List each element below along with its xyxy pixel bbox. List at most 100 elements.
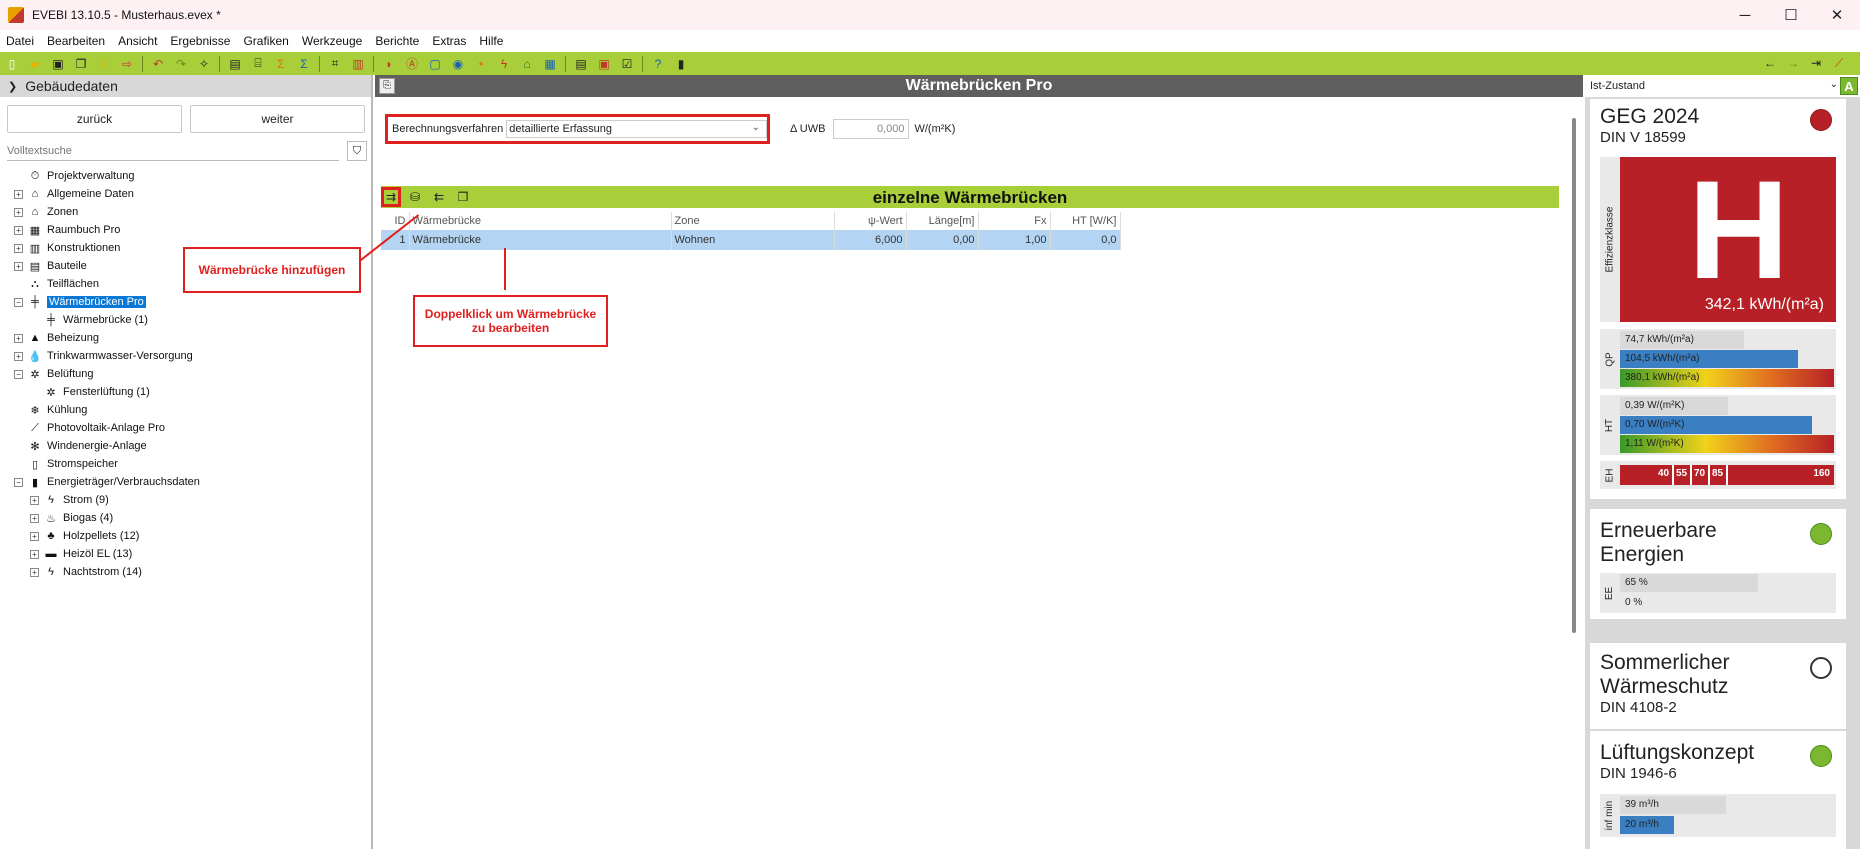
arrow-right-icon[interactable]: →: [1785, 55, 1801, 71]
expand-icon[interactable]: +: [14, 225, 23, 235]
expand-icon[interactable]: +: [30, 495, 39, 505]
tree-item[interactable]: + ⌂ Allgemeine Daten: [0, 185, 370, 203]
renewable-energy-card[interactable]: Erneuerbare Energien EE 65 % 0 %: [1590, 509, 1846, 619]
minimize-button[interactable]: ─: [1722, 0, 1768, 30]
chart-icon[interactable]: ◗: [381, 56, 397, 72]
menu-extras[interactable]: Extras: [432, 34, 466, 48]
check-icon[interactable]: ☑: [619, 56, 635, 72]
expand-icon[interactable]: +: [14, 333, 23, 343]
tree-item[interactable]: ⟋ Photovoltaik-Anlage Pro: [0, 419, 370, 437]
tree-item[interactable]: + ▲ Beheizung: [0, 329, 370, 347]
undo-icon[interactable]: ↶: [150, 56, 166, 72]
expand-icon[interactable]: +: [30, 567, 39, 577]
close-button[interactable]: ✕: [1814, 0, 1860, 30]
column-id[interactable]: ID: [381, 212, 410, 230]
database-icon[interactable]: ⛁: [405, 187, 425, 207]
tree-item[interactable]: + 💧 Trinkwarmwasser-Versorgung: [0, 347, 370, 365]
new-file-icon[interactable]: ▯: [4, 56, 20, 72]
report-a-icon[interactable]: Ⓐ: [404, 56, 420, 72]
ventilation-concept-card[interactable]: Lüftungskonzept DIN 1946-6 inf min 39 m³…: [1590, 731, 1846, 849]
tree-item[interactable]: − ✲ Belüftung: [0, 365, 370, 383]
redo-icon[interactable]: ↷: [173, 56, 189, 72]
dot-icon[interactable]: •: [473, 56, 489, 72]
state-selector[interactable]: Ist-Zustand ⌄ A: [1585, 75, 1860, 97]
tree-item[interactable]: + ϟ Nachtstrom (14): [0, 563, 370, 581]
center-scrollbar[interactable]: [1572, 118, 1576, 633]
menu-datei[interactable]: Datei: [6, 34, 34, 48]
tree-item[interactable]: + ♨ Biogas (4): [0, 509, 370, 527]
hierarchy-icon[interactable]: ⌗: [327, 56, 343, 72]
print-icon[interactable]: ▣: [596, 56, 612, 72]
menu-werkzeuge[interactable]: Werkzeuge: [302, 34, 362, 48]
tree-item[interactable]: ✲ Fensterlüftung (1): [0, 383, 370, 401]
fulltext-search-input[interactable]: [7, 141, 340, 161]
column-zone[interactable]: Zone: [671, 212, 835, 230]
tree-item[interactable]: + ϟ Strom (9): [0, 491, 370, 509]
tree-item[interactable]: ╪ Wärmebrücke (1): [0, 311, 370, 329]
chart-up-icon[interactable]: ⟋: [1831, 55, 1847, 71]
duplicate-icon[interactable]: ❐: [453, 187, 473, 207]
column-thermal-bridge[interactable]: Wärmebrücke: [409, 212, 672, 230]
tree-item[interactable]: + ⌂ Zonen: [0, 203, 370, 221]
menu-bearbeiten[interactable]: Bearbeiten: [47, 34, 105, 48]
expand-icon[interactable]: +: [14, 261, 23, 271]
maximize-button[interactable]: ☐: [1768, 0, 1814, 30]
geg-card[interactable]: GEG 2024 DIN V 18599 Effizienzklasse H 3…: [1590, 99, 1846, 499]
export-icon[interactable]: ⇨: [119, 56, 135, 72]
panel-header[interactable]: ❯ Gebäudedaten: [0, 75, 371, 97]
collapse-icon[interactable]: −: [14, 477, 23, 487]
expand-icon[interactable]: +: [14, 351, 23, 361]
info-icon[interactable]: ▢: [427, 56, 443, 72]
tree-item[interactable]: ❄ Kühlung: [0, 401, 370, 419]
battery-icon[interactable]: ▮: [673, 56, 689, 72]
method-select[interactable]: detaillierte Erfassung ⌄: [506, 120, 767, 138]
expand-icon[interactable]: +: [14, 189, 23, 199]
house-icon[interactable]: ⌂: [519, 56, 535, 72]
copy-icon[interactable]: ❐: [73, 56, 89, 72]
tree-item[interactable]: ⏱ Projektverwaltung: [0, 167, 370, 185]
expand-icon[interactable]: +: [14, 243, 23, 253]
summer-protection-card[interactable]: Sommerlicher Wärmeschutz DIN 4108-2: [1590, 643, 1846, 729]
help-icon[interactable]: ?: [650, 56, 666, 72]
back-button[interactable]: zurück: [7, 105, 182, 133]
window-icon[interactable]: ▦: [542, 56, 558, 72]
tree-item[interactable]: + ▦ Raumbuch Pro: [0, 221, 370, 239]
expand-icon[interactable]: +: [14, 207, 23, 217]
tree-item[interactable]: ✻ Windenergie-Anlage: [0, 437, 370, 455]
lightning-icon[interactable]: ϟ: [496, 56, 512, 72]
sum-alt-icon[interactable]: Σ: [296, 56, 312, 72]
document-icon[interactable]: ▤: [227, 56, 243, 72]
goto-icon[interactable]: ⇥: [1808, 55, 1824, 71]
wizard-icon[interactable]: ✧: [196, 56, 212, 72]
save-icon[interactable]: ▣: [50, 56, 66, 72]
add-thermal-bridge-icon[interactable]: ⇉: [381, 187, 401, 207]
expand-icon[interactable]: +: [30, 531, 39, 541]
collapse-icon[interactable]: −: [14, 369, 23, 379]
uwb-input[interactable]: [833, 119, 910, 139]
menu-berichte[interactable]: Berichte: [375, 34, 419, 48]
ruler-icon[interactable]: ▥: [350, 56, 366, 72]
table-row[interactable]: 1 Wärmebrücke Wohnen 6,000 0,00 1,00 0,0: [381, 230, 1121, 250]
tree-item[interactable]: + ▬ Heizöl EL (13): [0, 545, 370, 563]
column-fx[interactable]: Fx: [978, 212, 1051, 230]
column-ht[interactable]: HT [W/K]: [1050, 212, 1121, 230]
open-folder-icon[interactable]: ▰: [27, 56, 43, 72]
tree-item[interactable]: − ▮ Energieträger/Verbrauchsdaten: [0, 473, 370, 491]
arrow-left-icon[interactable]: ←: [1762, 55, 1778, 71]
remove-thermal-bridge-icon[interactable]: ⇇: [429, 187, 449, 207]
globe-icon[interactable]: ◉: [450, 56, 466, 72]
expand-icon[interactable]: +: [30, 549, 39, 559]
menu-grafiken[interactable]: Grafiken: [243, 34, 288, 48]
tree-item[interactable]: ▯ Stromspeicher: [0, 455, 370, 473]
a-button[interactable]: A: [1840, 77, 1858, 95]
expand-icon[interactable]: +: [30, 513, 39, 523]
menu-hilfe[interactable]: Hilfe: [479, 34, 503, 48]
menu-ansicht[interactable]: Ansicht: [118, 34, 157, 48]
calculator-icon[interactable]: ▤: [573, 56, 589, 72]
next-button[interactable]: weiter: [190, 105, 365, 133]
collapse-chevron-icon[interactable]: ❯: [8, 80, 17, 93]
import-icon[interactable]: ⇩: [96, 56, 112, 72]
tree-item[interactable]: + ♣ Holzpellets (12): [0, 527, 370, 545]
menu-ergebnisse[interactable]: Ergebnisse: [170, 34, 230, 48]
filter-icon[interactable]: ⛉: [347, 141, 367, 161]
